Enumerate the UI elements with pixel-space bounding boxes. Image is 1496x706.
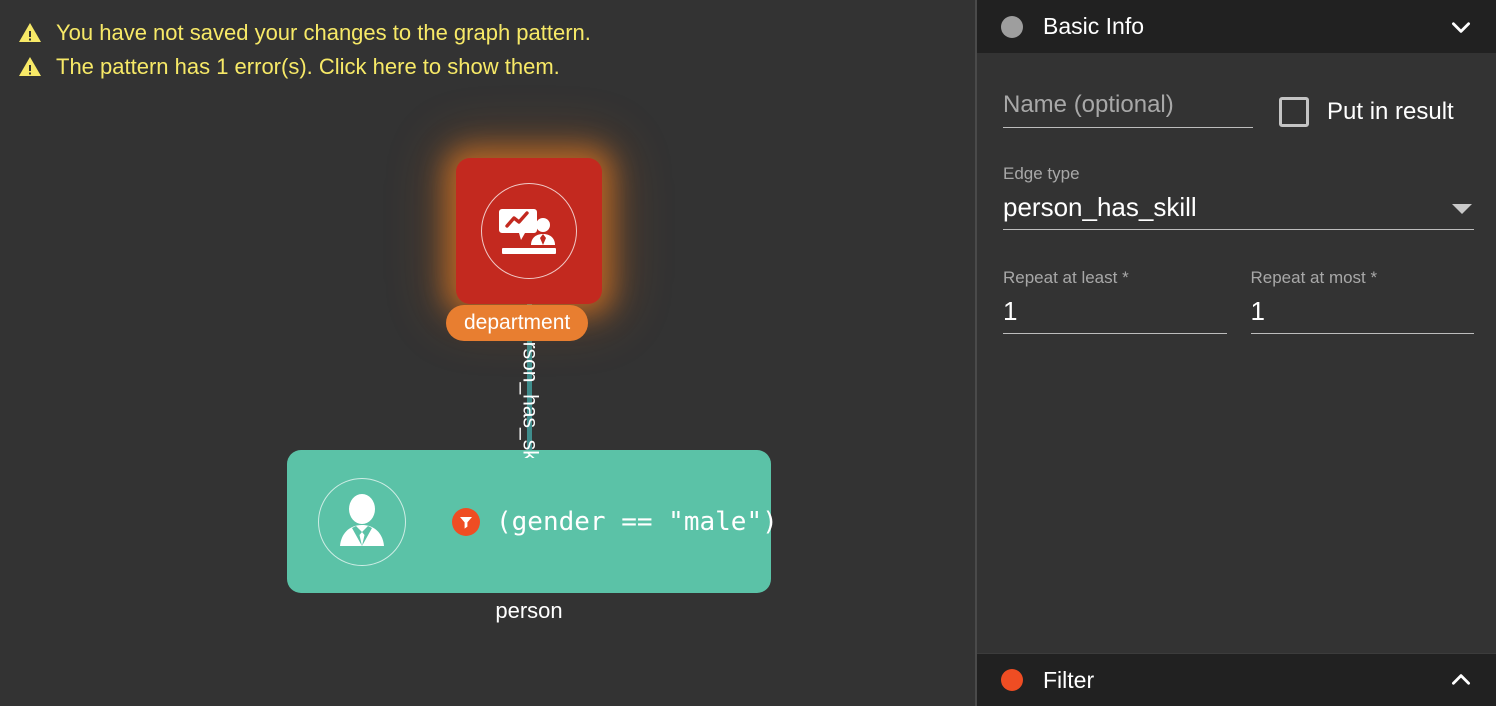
status-dot-icon <box>1001 16 1023 38</box>
repeat-at-most-label: Repeat at most * <box>1251 268 1475 288</box>
graph-node-department-badge[interactable]: department <box>446 305 588 341</box>
chevron-down-icon[interactable] <box>1448 14 1474 40</box>
repeat-at-most-input[interactable] <box>1251 296 1475 326</box>
name-input[interactable] <box>1003 91 1253 119</box>
section-header-basic-info[interactable]: Basic Info <box>977 0 1496 53</box>
graph-canvas[interactable]: You have not saved your changes to the g… <box>0 0 975 706</box>
warning-triangle-icon <box>18 21 42 45</box>
repeat-at-most-field[interactable]: Repeat at most * <box>1251 268 1475 334</box>
graph-node-person-label: person <box>287 598 771 624</box>
warning-triangle-icon <box>18 55 42 79</box>
graph-edge-label-text: person_has_skill <box>520 334 541 458</box>
edge-type-value: person_has_skill <box>1003 192 1450 222</box>
edge-type-field[interactable]: Edge type person_has_skill <box>1003 164 1474 230</box>
funnel-icon[interactable] <box>452 508 480 536</box>
status-dot-icon <box>1001 669 1023 691</box>
warning-text: You have not saved your changes to the g… <box>56 20 591 46</box>
section-header-filter[interactable]: Filter <box>977 653 1496 706</box>
warning-text: The pattern has 1 error(s). Click here t… <box>56 54 560 80</box>
chevron-down-icon[interactable] <box>1450 202 1474 216</box>
warning-row[interactable]: You have not saved your changes to the g… <box>18 20 591 46</box>
section-title-filter: Filter <box>1043 667 1428 694</box>
put-in-result-label: Put in result <box>1327 98 1454 126</box>
edge-type-label: Edge type <box>1003 164 1474 184</box>
presenter-icon <box>481 183 577 279</box>
put-in-result-checkbox[interactable] <box>1279 97 1309 127</box>
chevron-up-icon[interactable] <box>1448 667 1474 693</box>
section-title-basic-info: Basic Info <box>1043 13 1428 40</box>
basic-info-form: Put in result Edge type person_has_skill… <box>977 53 1496 653</box>
graph-node-person-filter-expression: (gender == "male") <box>496 507 778 537</box>
warning-row[interactable]: The pattern has 1 error(s). Click here t… <box>18 54 591 80</box>
graph-node-department[interactable] <box>456 158 602 304</box>
graph-pattern-editor: You have not saved your changes to the g… <box>0 0 1496 706</box>
warning-banner: You have not saved your changes to the g… <box>18 20 591 80</box>
repeat-at-least-label: Repeat at least * <box>1003 268 1227 288</box>
repeat-at-least-input-wrapper[interactable] <box>1003 296 1227 334</box>
name-field-wrapper[interactable] <box>1003 91 1253 128</box>
repeat-at-most-input-wrapper[interactable] <box>1251 296 1475 334</box>
graph-edge-label[interactable]: person_has_skill <box>500 334 560 458</box>
repeat-at-least-field[interactable]: Repeat at least * <box>1003 268 1227 334</box>
person-suit-icon <box>318 478 406 566</box>
properties-panel: Basic Info Put in result Edge type perso… <box>975 0 1496 706</box>
repeat-row: Repeat at least * Repeat at most * <box>1003 268 1474 334</box>
graph-node-person[interactable]: (gender == "male") <box>287 450 771 593</box>
graph-node-department-label: department <box>464 311 570 335</box>
edge-type-select[interactable]: person_has_skill <box>1003 192 1474 230</box>
put-in-result-checkbox-row[interactable]: Put in result <box>1279 91 1454 127</box>
name-and-result-row: Put in result <box>1003 91 1474 128</box>
repeat-at-least-input[interactable] <box>1003 296 1227 326</box>
